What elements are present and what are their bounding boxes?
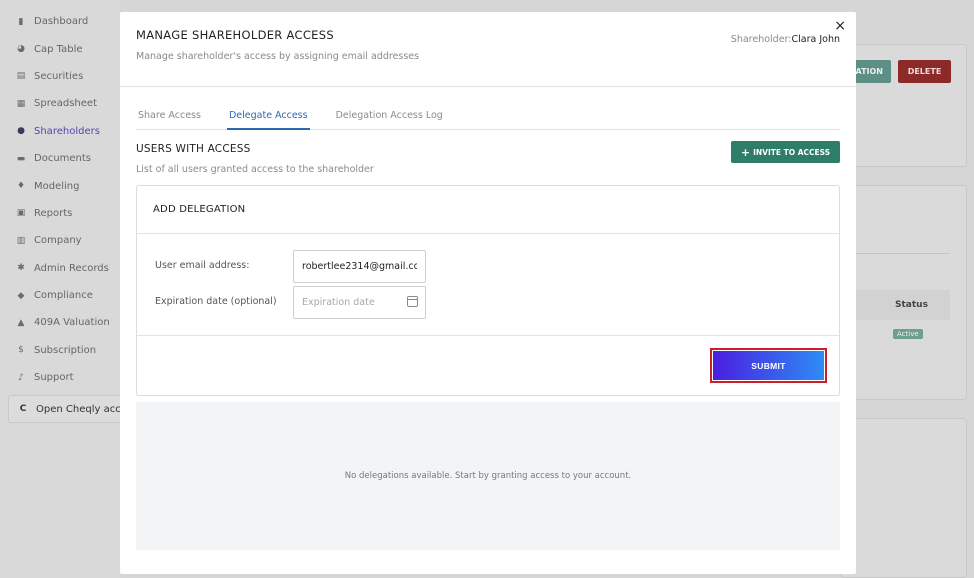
sidebar-item-label: Compliance: [34, 290, 93, 302]
modal-title: MANAGE SHAREHOLDER ACCESS: [136, 28, 334, 42]
sidebar-item-label: Reports: [34, 207, 73, 219]
document-icon: ▤: [16, 71, 26, 82]
sidebar-item-cap-table[interactable]: ◕ Cap Table: [0, 35, 120, 62]
add-delegation-title: ADD DELEGATION: [137, 186, 839, 234]
chart-icon: ▲: [17, 317, 25, 328]
shield-icon: ◆: [17, 290, 25, 301]
close-icon[interactable]: ×: [834, 18, 846, 34]
cheqly-logo-icon: C: [19, 404, 27, 414]
sidebar-item-modeling[interactable]: ♦ Modeling: [0, 172, 120, 199]
dollar-icon: $: [18, 345, 24, 356]
tab-delegation-access-log[interactable]: Delegation Access Log: [334, 108, 445, 130]
sidebar-item-label: Support: [34, 372, 74, 384]
sidebar-item-label: Documents: [34, 153, 92, 165]
submit-highlight: SUBMIT: [710, 348, 827, 383]
email-label: User email address:: [155, 260, 250, 271]
grid-icon: ▦: [16, 98, 26, 109]
sidebar-item-dashboard[interactable]: ▮ Dashboard: [0, 8, 120, 35]
sidebar-item-label: Company: [34, 235, 82, 247]
building-icon: ▥: [16, 235, 26, 246]
gear-icon: ✱: [17, 263, 25, 274]
sidebar-item-subscription[interactable]: $ Subscription: [0, 337, 120, 364]
manage-shareholder-access-modal: × MANAGE SHAREHOLDER ACCESS Manage share…: [120, 12, 856, 574]
add-delegation-card: ADD DELEGATION User email address: Expir…: [136, 185, 840, 396]
pie-icon: ◕: [17, 44, 25, 55]
sidebar-item-reports[interactable]: ▣ Reports: [0, 200, 120, 227]
folder-icon: ▬: [16, 153, 26, 164]
sidebar-item-label: Modeling: [34, 180, 80, 192]
section-subtitle: List of all users granted access to the …: [136, 164, 374, 175]
empty-delegations-text: No delegations available. Start by grant…: [344, 471, 632, 481]
sidebar-item-label: Securities: [34, 70, 84, 82]
headset-icon: ♪: [18, 372, 24, 383]
tab-delegate-access[interactable]: Delegate Access: [226, 108, 310, 130]
section-title: USERS WITH ACCESS: [136, 143, 251, 155]
dashboard-icon: ▮: [18, 16, 24, 27]
background-status-badge: Active: [893, 329, 923, 339]
open-account-label: Open Cheqly acco: [36, 403, 127, 415]
sidebar-item-409a-valuation[interactable]: ▲ 409A Valuation: [0, 309, 120, 336]
sidebar-item-label: 409A Valuation: [34, 317, 110, 329]
sidebar-item-label: Cap Table: [34, 43, 83, 55]
background-card-bottom: [840, 418, 967, 578]
sidebar-item-securities[interactable]: ▤ Securities: [0, 63, 120, 90]
sidebar-item-compliance[interactable]: ◆ Compliance: [0, 282, 120, 309]
sidebar-item-support[interactable]: ♪ Support: [0, 364, 120, 391]
plus-icon: +: [740, 145, 751, 159]
card-footer-divider: [137, 335, 839, 336]
sidebar-item-admin-records[interactable]: ✱ Admin Records: [0, 255, 120, 282]
background-delete-button: DELETE: [898, 60, 951, 83]
sidebar-item-spreadsheet[interactable]: ▦ Spreadsheet: [0, 90, 120, 117]
user-icon: ●: [17, 126, 25, 137]
submit-button[interactable]: SUBMIT: [713, 351, 824, 380]
modal-header-divider: [120, 86, 856, 87]
background-green-button: ATION: [852, 60, 891, 83]
invite-label: INVITE TO ACCESS: [753, 147, 831, 157]
sidebar: ▮ Dashboard ◕ Cap Table ▤ Securities ▦ Sprea…: [0, 0, 120, 578]
tab-share-access[interactable]: Share Access: [136, 108, 203, 130]
sidebar-item-company[interactable]: ▥ Company: [0, 227, 120, 254]
sidebar-item-documents[interactable]: ▬ Documents: [0, 145, 120, 172]
modal-subtitle: Manage shareholder's access by assigning…: [136, 51, 420, 62]
sidebar-item-label: Spreadsheet: [34, 98, 97, 110]
bulb-icon: ♦: [16, 181, 26, 192]
email-field[interactable]: [293, 250, 426, 283]
calendar-icon[interactable]: [407, 296, 418, 307]
background-status-header: Status: [895, 300, 928, 310]
background-divider: [856, 253, 950, 254]
shareholder-name: Clara John: [791, 34, 841, 45]
sidebar-item-label: Admin Records: [34, 262, 109, 274]
shareholder-label: Shareholder:: [730, 34, 792, 45]
sidebar-item-shareholders[interactable]: ● Shareholders: [0, 118, 120, 145]
report-icon: ▣: [16, 208, 26, 219]
sidebar-item-label: Dashboard: [34, 16, 89, 28]
shareholder-info: Shareholder:Clara John: [731, 34, 840, 45]
empty-delegations: No delegations available. Start by grant…: [136, 402, 840, 550]
sidebar-item-label: Subscription: [34, 344, 97, 356]
sidebar-item-label: Shareholders: [34, 125, 100, 137]
invite-to-access-button[interactable]: + INVITE TO ACCESS: [731, 141, 840, 163]
expiration-label: Expiration date (optional): [155, 296, 277, 307]
access-tabs: Share Access Delegate Access Delegation …: [136, 108, 840, 130]
